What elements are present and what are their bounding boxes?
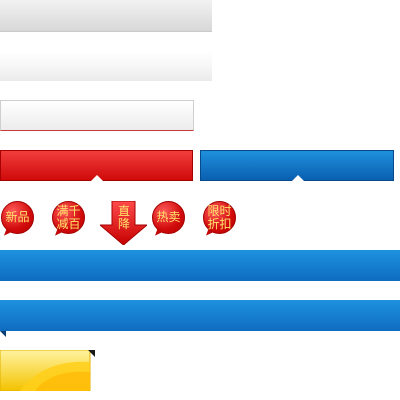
gray-bar-2 bbox=[0, 51, 212, 81]
ribbon-fold-icon bbox=[0, 331, 6, 337]
badge-discount-line2: 减百 bbox=[56, 216, 81, 231]
badge-price-drop-line2: 降 bbox=[117, 217, 130, 231]
gray-bar-1 bbox=[0, 0, 212, 32]
badge-price-drop: 直 降 bbox=[116, 205, 132, 231]
badge-limited-line2: 折扣 bbox=[207, 216, 232, 231]
badge-discount-line1: 满千 bbox=[56, 203, 81, 218]
blue-bar-1 bbox=[0, 250, 400, 281]
badge-discount: 满千 减百 bbox=[52, 201, 85, 238]
badge-hot: 热卖 bbox=[152, 201, 185, 238]
gray-bar-3 bbox=[0, 100, 194, 131]
badge-limited-line1: 限时 bbox=[207, 203, 232, 218]
badge-new: 新品 bbox=[1, 201, 34, 238]
tab-notch-icon bbox=[91, 175, 103, 181]
blue-bar-2 bbox=[0, 300, 400, 331]
badge-hot-label: 热卖 bbox=[156, 210, 181, 224]
badge-new-label: 新品 bbox=[5, 210, 30, 224]
yellow-tag-icon bbox=[0, 350, 95, 391]
tab-notch-icon bbox=[292, 175, 304, 181]
blue-tab[interactable] bbox=[200, 150, 394, 181]
red-tab[interactable] bbox=[0, 150, 193, 181]
badge-limited: 限时 折扣 bbox=[203, 201, 236, 238]
badge-price-drop-line1: 直 bbox=[117, 204, 130, 218]
